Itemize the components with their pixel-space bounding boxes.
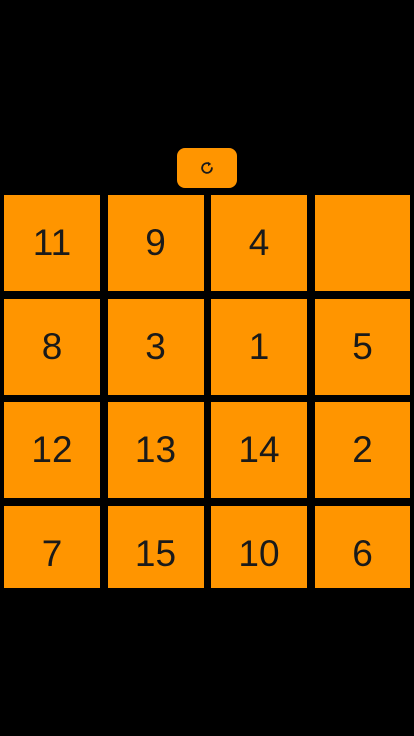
puzzle-tile[interactable]: 15 [107, 505, 204, 588]
puzzle-tile[interactable]: 11 [4, 195, 100, 291]
puzzle-tile[interactable]: 7 [4, 505, 100, 588]
puzzle-tile[interactable]: 4 [211, 195, 307, 291]
puzzle-tile[interactable]: 3 [107, 298, 204, 395]
puzzle-tile[interactable]: 12 [4, 402, 100, 498]
puzzle-tile-blank[interactable] [314, 195, 410, 291]
puzzle-tile[interactable]: 10 [211, 505, 307, 588]
puzzle-tile[interactable]: 2 [314, 402, 410, 498]
puzzle-board: 11 9 4 8 3 1 5 12 13 14 2 7 15 10 6 [4, 195, 410, 588]
puzzle-tile[interactable]: 14 [211, 402, 307, 498]
game-screen: 11 9 4 8 3 1 5 12 13 14 2 7 15 10 6 [0, 0, 414, 736]
puzzle-tile[interactable]: 1 [211, 298, 307, 395]
reset-button[interactable] [177, 148, 237, 188]
refresh-icon [201, 161, 213, 174]
puzzle-tile[interactable]: 13 [107, 402, 204, 498]
puzzle-tile[interactable]: 6 [314, 505, 410, 588]
puzzle-tile[interactable]: 5 [314, 298, 410, 395]
puzzle-tile[interactable]: 8 [4, 298, 100, 395]
puzzle-tile[interactable]: 9 [107, 195, 204, 291]
